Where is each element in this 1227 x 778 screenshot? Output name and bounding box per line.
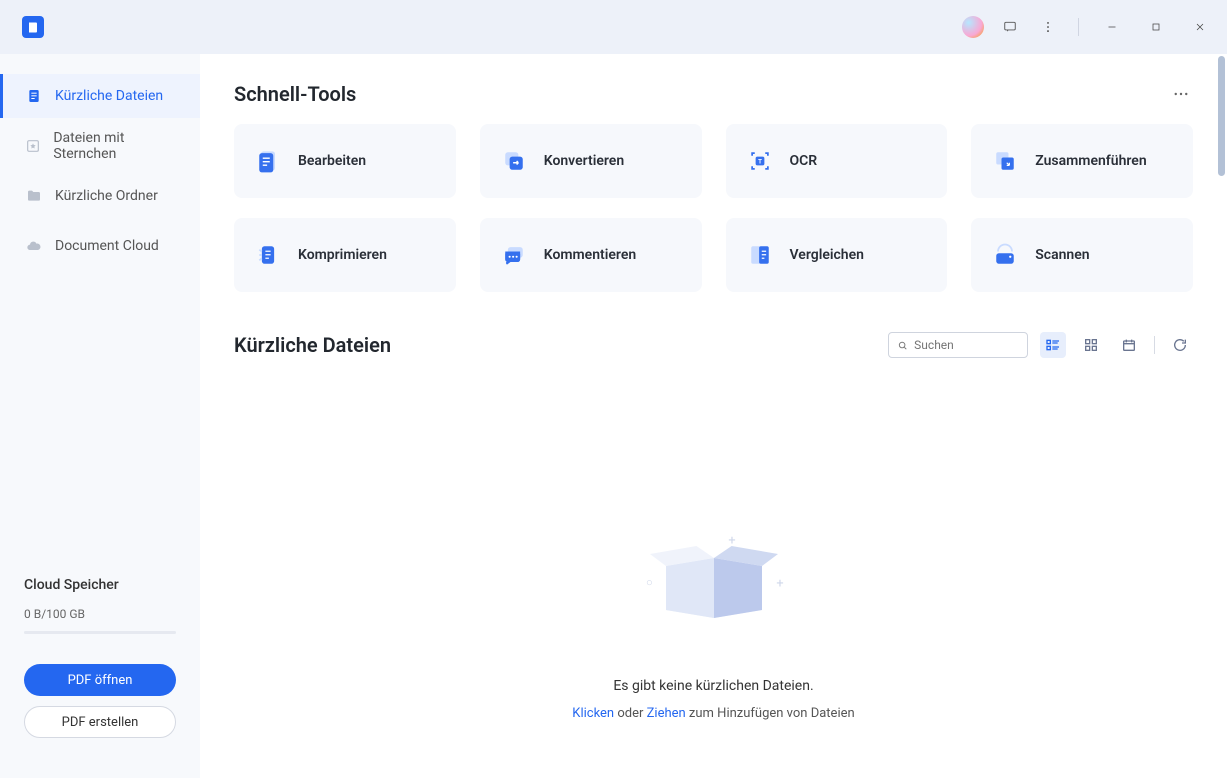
tool-convert[interactable]: Konvertieren <box>480 124 702 198</box>
empty-drag-link[interactable]: Ziehen <box>647 706 686 721</box>
nav-list: Kürzliche Dateien Dateien mit Sternchen … <box>0 74 200 268</box>
create-pdf-label: PDF erstellen <box>62 715 139 730</box>
svg-text:+: + <box>728 533 735 548</box>
new-tab-button[interactable] <box>62 18 82 36</box>
cloud-icon <box>25 237 43 255</box>
window-close-button[interactable] <box>1185 12 1215 42</box>
comment-icon <box>500 241 528 269</box>
star-icon <box>25 137 41 155</box>
sidebar-item-label: Document Cloud <box>55 238 159 254</box>
tool-label: Konvertieren <box>544 153 624 169</box>
storage-progress-bar <box>24 631 176 634</box>
tool-ocr[interactable]: T OCR <box>726 124 948 198</box>
search-icon <box>897 339 908 352</box>
tool-label: Zusammenführen <box>1035 153 1146 169</box>
view-grid-button[interactable] <box>1078 332 1104 358</box>
create-pdf-button[interactable]: PDF erstellen <box>24 706 176 738</box>
empty-subtext: Klicken oder Ziehen zum Hinzufügen von D… <box>572 706 854 721</box>
kebab-menu-icon[interactable] <box>1036 15 1060 39</box>
main-panel: Schnell-Tools Bearbeiten <box>200 54 1227 778</box>
recent-controls <box>888 332 1193 358</box>
tool-label: Kommentieren <box>544 247 636 263</box>
tool-compress[interactable]: Komprimieren <box>234 218 456 292</box>
titlebar-right <box>962 12 1215 42</box>
user-avatar[interactable] <box>962 16 984 38</box>
tool-label: Bearbeiten <box>298 153 366 169</box>
quick-tools-header: Schnell-Tools <box>234 82 1193 106</box>
titlebar <box>0 0 1227 54</box>
view-list-button[interactable] <box>1040 332 1066 358</box>
sidebar-item-starred-files[interactable]: Dateien mit Sternchen <box>0 124 200 168</box>
recent-files-title: Kürzliche Dateien <box>234 333 391 357</box>
empty-click-link[interactable]: Klicken <box>572 706 614 721</box>
tool-comment[interactable]: Kommentieren <box>480 218 702 292</box>
feedback-icon[interactable] <box>998 15 1022 39</box>
open-pdf-button[interactable]: PDF öffnen <box>24 664 176 696</box>
compare-icon <box>746 241 774 269</box>
empty-headline: Es gibt keine kürzlichen Dateien. <box>613 678 813 694</box>
refresh-button[interactable] <box>1167 332 1193 358</box>
tools-grid: Bearbeiten Konvertieren T OCR <box>234 124 1193 292</box>
sidebar-item-label: Kürzliche Ordner <box>55 188 158 204</box>
recent-files-header: Kürzliche Dateien <box>234 332 1193 358</box>
empty-state: ○ + + Es gibt keine kürzlichen Dateien. … <box>234 378 1193 721</box>
sidebar-item-recent-folders[interactable]: Kürzliche Ordner <box>0 174 200 218</box>
sidebar-item-label: Dateien mit Sternchen <box>53 130 178 162</box>
search-input-wrap[interactable] <box>888 332 1028 358</box>
tool-compare[interactable]: Vergleichen <box>726 218 948 292</box>
search-input[interactable] <box>914 338 1019 352</box>
compress-icon <box>254 241 282 269</box>
empty-box-illustration: ○ + + <box>634 518 794 638</box>
empty-sep: oder <box>614 706 647 721</box>
storage-title: Cloud Speicher <box>24 577 176 593</box>
sidebar: Kürzliche Dateien Dateien mit Sternchen … <box>0 54 200 778</box>
open-pdf-label: PDF öffnen <box>68 673 133 688</box>
folder-icon <box>25 187 43 205</box>
edit-icon <box>254 147 282 175</box>
tool-edit[interactable]: Bearbeiten <box>234 124 456 198</box>
recent-files-icon <box>25 87 43 105</box>
scan-icon <box>991 241 1019 269</box>
tool-label: Komprimieren <box>298 247 387 263</box>
sidebar-item-document-cloud[interactable]: Document Cloud <box>0 224 200 268</box>
sidebar-item-label: Kürzliche Dateien <box>55 88 163 104</box>
merge-icon <box>991 147 1019 175</box>
ocr-icon: T <box>746 147 774 175</box>
storage-value: 0 B/100 GB <box>24 607 176 621</box>
scrollbar-thumb[interactable] <box>1218 56 1225 176</box>
tool-merge[interactable]: Zusammenführen <box>971 124 1193 198</box>
empty-tail: zum Hinzufügen von Dateien <box>686 706 855 721</box>
view-calendar-button[interactable] <box>1116 332 1142 358</box>
quick-tools-title: Schnell-Tools <box>234 82 356 106</box>
quick-tools-more-button[interactable] <box>1169 82 1193 106</box>
svg-text:T: T <box>758 159 762 166</box>
window-maximize-button[interactable] <box>1141 12 1171 42</box>
app-logo[interactable] <box>22 16 44 38</box>
svg-text:+: + <box>776 577 783 592</box>
tool-label: Scannen <box>1035 247 1089 263</box>
controls-divider <box>1154 336 1155 354</box>
titlebar-divider <box>1078 18 1079 36</box>
tool-label: Vergleichen <box>790 247 864 263</box>
svg-text:○: ○ <box>646 576 653 589</box>
window-minimize-button[interactable] <box>1097 12 1127 42</box>
titlebar-left <box>12 16 82 38</box>
tool-label: OCR <box>790 153 818 169</box>
sidebar-item-recent-files[interactable]: Kürzliche Dateien <box>0 74 200 118</box>
sidebar-bottom: Cloud Speicher 0 B/100 GB PDF öffnen PDF… <box>0 577 200 778</box>
convert-icon <box>500 147 528 175</box>
tool-scan[interactable]: Scannen <box>971 218 1193 292</box>
